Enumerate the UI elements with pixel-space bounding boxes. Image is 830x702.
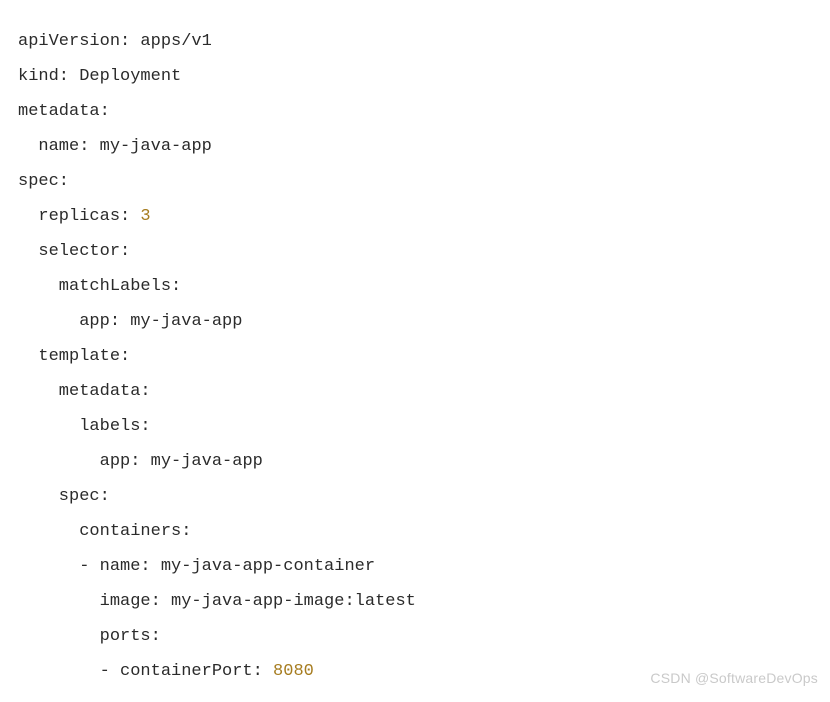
yaml-key: replicas: [18,207,130,226]
yaml-key: selector: [18,242,130,261]
yaml-value: my-java-app-image:latest [161,592,416,611]
yaml-line: app: my-java-app [18,312,242,331]
yaml-line: template: [18,347,130,366]
yaml-value: apps/v1 [130,32,212,51]
yaml-line: labels: [18,417,151,436]
yaml-key: metadata: [18,382,151,401]
yaml-key: metadata: [18,102,110,121]
yaml-line: image: my-java-app-image:latest [18,592,416,611]
yaml-line: replicas: 3 [18,207,151,226]
yaml-value: my-java-app [140,452,262,471]
yaml-key: labels: [18,417,151,436]
yaml-value: Deployment [69,67,181,86]
yaml-line: - name: my-java-app-container [18,557,375,576]
yaml-line: matchLabels: [18,277,181,296]
yaml-value: my-java-app [89,137,211,156]
yaml-key: spec: [18,487,110,506]
yaml-value-number: 3 [130,207,150,226]
yaml-key: app: [18,312,120,331]
yaml-line: selector: [18,242,130,261]
yaml-line: ports: [18,627,161,646]
yaml-key: matchLabels: [18,277,181,296]
yaml-line: metadata: [18,102,110,121]
yaml-line: spec: [18,487,110,506]
yaml-key: spec: [18,172,69,191]
yaml-key: app: [18,452,140,471]
yaml-key: name: [18,137,89,156]
yaml-key: image: [18,592,161,611]
yaml-value: my-java-app [120,312,242,331]
yaml-line: name: my-java-app [18,137,212,156]
yaml-key: containers: [18,522,191,541]
yaml-line: - containerPort: 8080 [18,662,314,681]
yaml-line: spec: [18,172,69,191]
yaml-key: ports: [18,627,161,646]
yaml-key: - name: [18,557,151,576]
yaml-value-number: 8080 [263,662,314,681]
yaml-line: apiVersion: apps/v1 [18,32,212,51]
yaml-key: - containerPort: [18,662,263,681]
yaml-line: kind: Deployment [18,67,181,86]
yaml-value: my-java-app-container [151,557,375,576]
yaml-key: apiVersion: [18,32,130,51]
yaml-key: template: [18,347,130,366]
yaml-line: metadata: [18,382,151,401]
yaml-key: kind: [18,67,69,86]
yaml-line: app: my-java-app [18,452,263,471]
yaml-line: containers: [18,522,191,541]
yaml-code-block: apiVersion: apps/v1 kind: Deployment met… [0,0,830,689]
